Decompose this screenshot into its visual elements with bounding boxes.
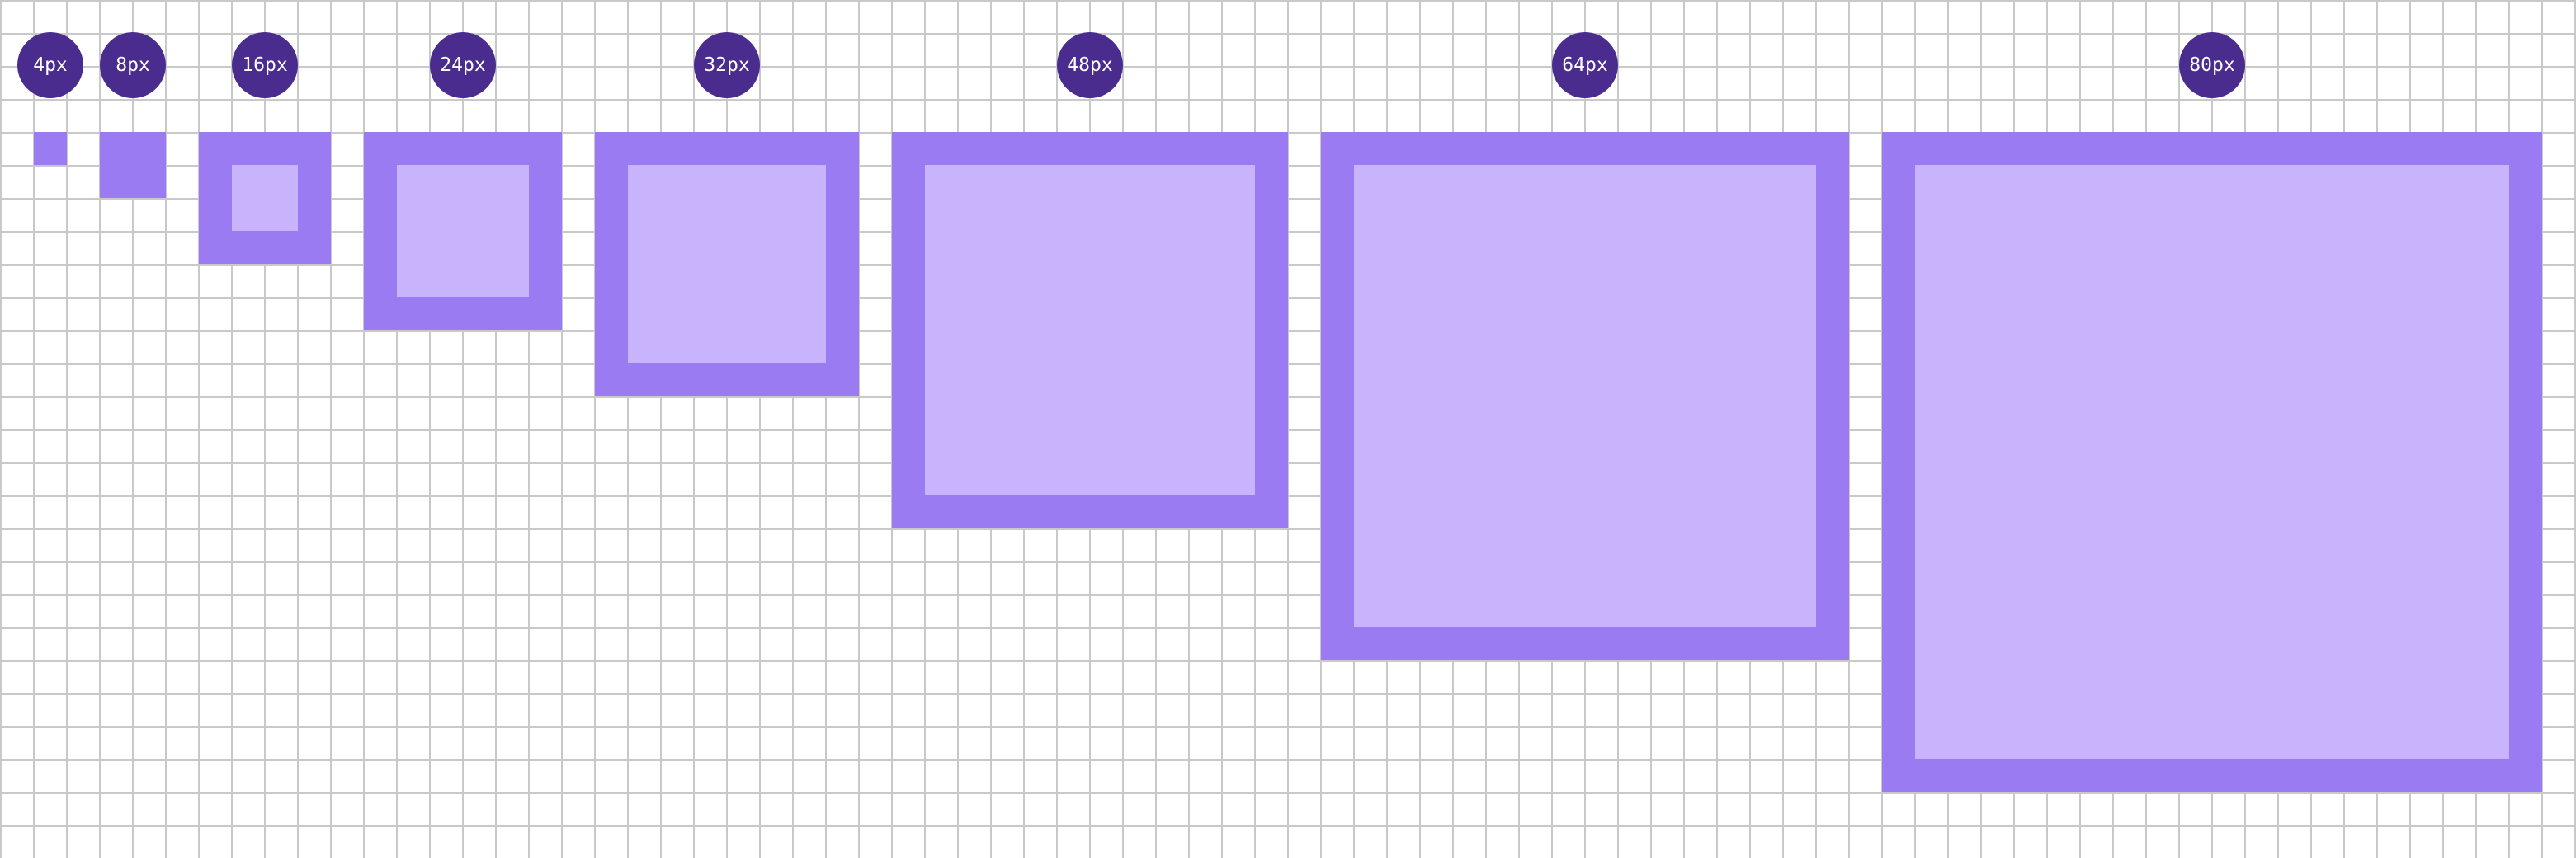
spacing-swatch <box>100 132 166 198</box>
size-badge: 64px <box>1552 32 1618 98</box>
spacing-swatch <box>1321 132 1849 660</box>
spacing-scale-diagram: 4px 8px 16px 24px 32px 48px 64px 80px <box>0 0 2576 858</box>
size-badge: 32px <box>694 32 760 98</box>
size-badge-label: 4px <box>33 54 68 76</box>
spacing-swatch <box>34 132 67 165</box>
size-badge: 4px <box>17 32 83 98</box>
swatch-inner-fill <box>1354 165 1816 627</box>
size-badge: 48px <box>1057 32 1123 98</box>
spacing-swatch <box>364 132 562 330</box>
swatch-inner-fill <box>232 165 298 231</box>
swatch-inner-fill <box>628 165 826 363</box>
swatch-inner-fill <box>397 165 529 297</box>
size-badge-label: 80px <box>2189 54 2235 76</box>
size-badge-label: 8px <box>116 54 150 76</box>
size-badge-label: 24px <box>440 54 486 76</box>
spacing-swatch <box>892 132 1288 528</box>
swatch-inner-fill <box>925 165 1255 495</box>
size-badge-label: 64px <box>1562 54 1608 76</box>
size-badge: 80px <box>2179 32 2245 98</box>
size-badge: 16px <box>232 32 298 98</box>
size-badge-label: 32px <box>704 54 750 76</box>
size-badge: 8px <box>100 32 166 98</box>
size-badge-label: 48px <box>1067 54 1113 76</box>
spacing-swatch <box>199 132 331 264</box>
spacing-swatch <box>595 132 859 396</box>
size-badge: 24px <box>430 32 496 98</box>
size-badge-label: 16px <box>242 54 288 76</box>
spacing-swatch <box>1882 132 2542 792</box>
swatch-inner-fill <box>1915 165 2509 759</box>
